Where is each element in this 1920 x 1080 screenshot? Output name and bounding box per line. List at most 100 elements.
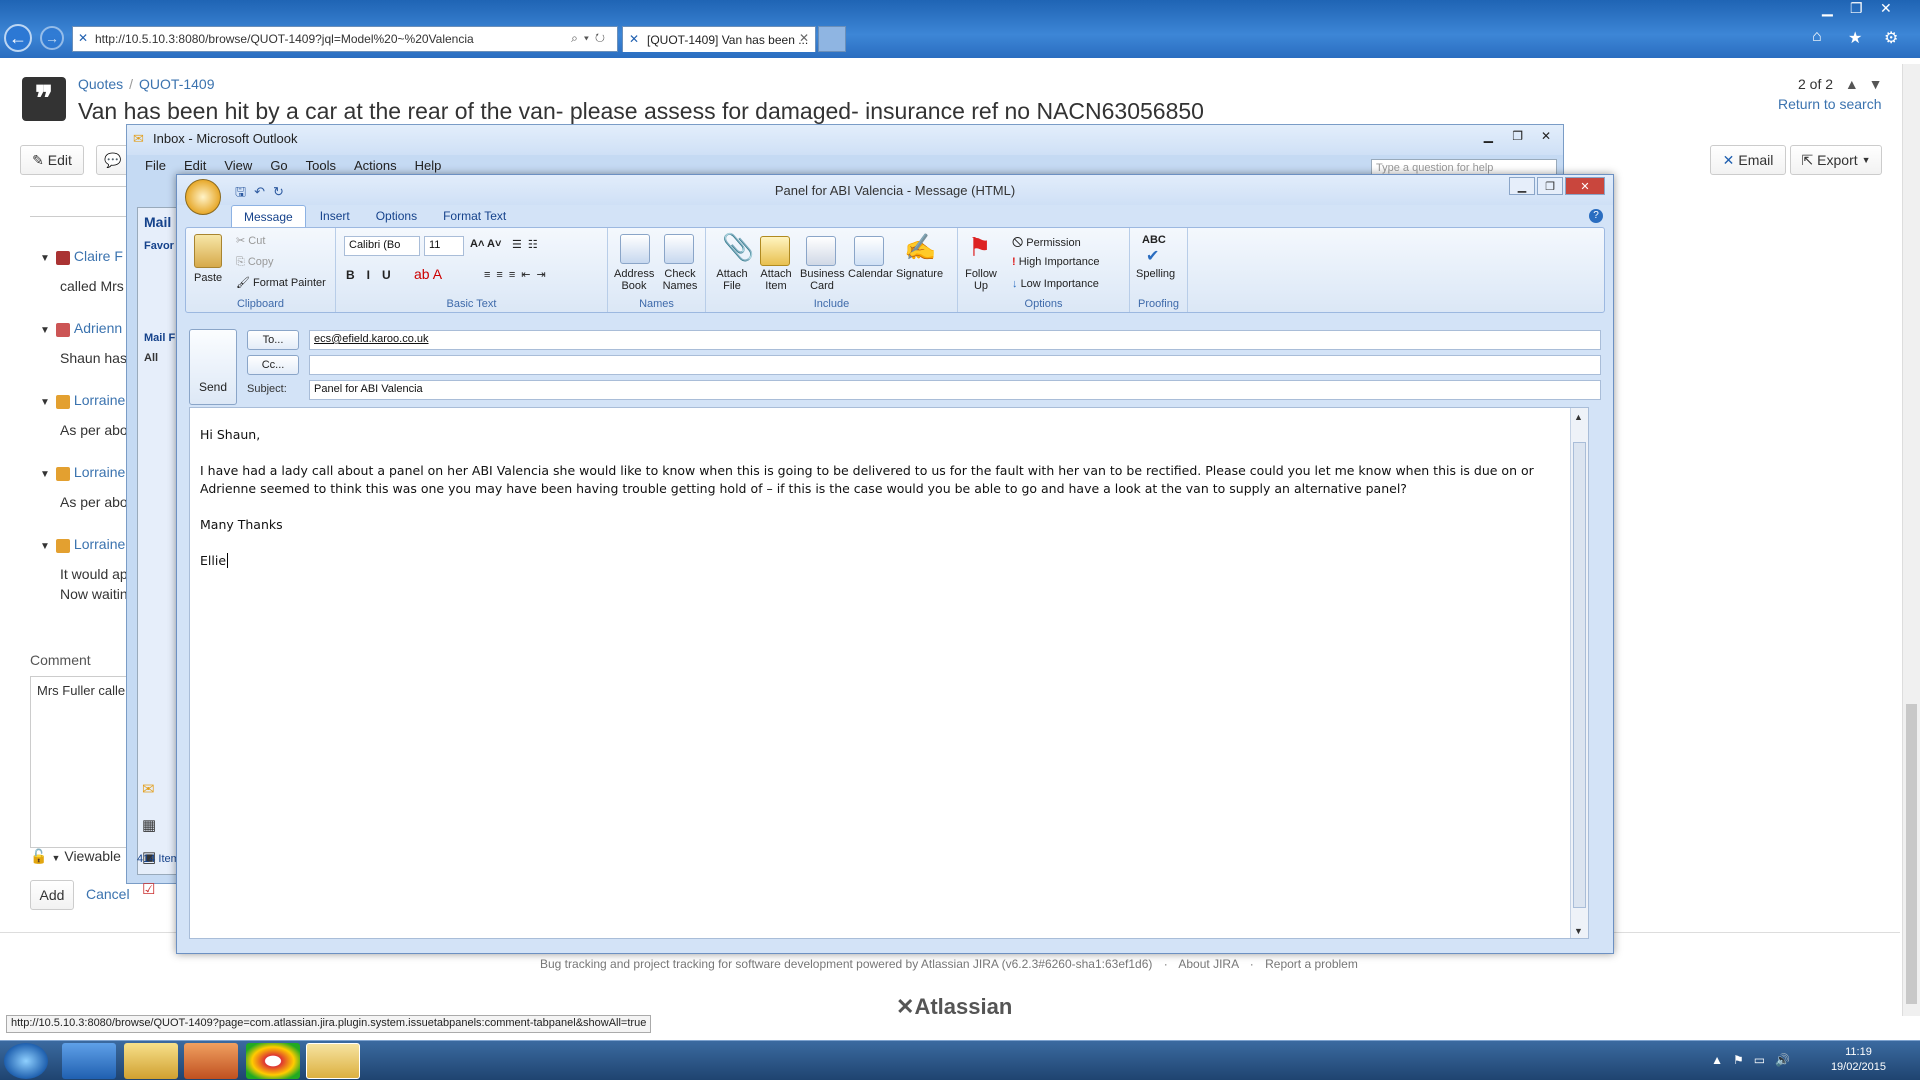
menu-view[interactable]: View bbox=[224, 158, 252, 173]
page-scrollbar[interactable] bbox=[1902, 64, 1920, 1016]
attach-file-button[interactable]: Attach File bbox=[712, 268, 752, 292]
menu-go[interactable]: Go bbox=[270, 158, 287, 173]
export-button[interactable]: ⇱ Export ▼ bbox=[1790, 145, 1882, 175]
spelling-button[interactable]: Spelling bbox=[1136, 268, 1175, 280]
pager-down-icon[interactable]: ▼ bbox=[1869, 76, 1883, 92]
collapse-chevron-icon[interactable]: ▼ bbox=[40, 397, 50, 408]
font-name-select[interactable]: Calibri (Bo bbox=[344, 236, 420, 256]
email-button[interactable]: ✕ Email bbox=[1710, 145, 1786, 175]
follow-up-button[interactable]: Follow Up bbox=[964, 268, 998, 292]
collapse-chevron-icon[interactable]: ▼ bbox=[40, 469, 50, 480]
maximize-icon[interactable]: ❐ bbox=[1850, 0, 1863, 17]
scroll-down-icon[interactable]: ▼ bbox=[1574, 926, 1583, 936]
collapse-chevron-icon[interactable]: ▼ bbox=[40, 325, 50, 336]
visibility-selector[interactable]: 🔓 ▼ Viewable bbox=[30, 848, 121, 865]
tab-options[interactable]: Options bbox=[364, 205, 429, 227]
comment-button[interactable]: 💬 bbox=[96, 145, 130, 175]
address-book-button[interactable]: Address Book bbox=[614, 268, 654, 292]
message-close-icon[interactable]: ✕ bbox=[1565, 177, 1605, 195]
attach-item-button[interactable]: Attach Item bbox=[756, 268, 796, 292]
check-names-button[interactable]: Check Names bbox=[660, 268, 700, 292]
to-button[interactable]: To... bbox=[247, 330, 299, 350]
message-minimize-icon[interactable]: ▁ bbox=[1509, 177, 1535, 195]
message-maximize-icon[interactable]: ❐ bbox=[1537, 177, 1563, 195]
comment-textarea[interactable]: Mrs Fuller calle bbox=[30, 676, 140, 848]
paperclip-icon[interactable]: 📎 bbox=[722, 232, 754, 263]
minimize-icon[interactable]: ▁ bbox=[1822, 0, 1833, 17]
comment-author[interactable]: Adrienn bbox=[74, 320, 122, 336]
forward-button[interactable]: → bbox=[40, 26, 64, 50]
media-player-icon[interactable] bbox=[184, 1043, 238, 1079]
footer-powered-by[interactable]: Bug tracking and project tracking for so… bbox=[540, 957, 1152, 971]
back-button[interactable]: ← bbox=[4, 24, 32, 52]
comment-author[interactable]: Lorraine bbox=[74, 536, 125, 552]
cc-button[interactable]: Cc... bbox=[247, 355, 299, 375]
format-painter-button[interactable]: 🖌 Format Painter bbox=[236, 276, 326, 289]
tab-format-text[interactable]: Format Text bbox=[431, 205, 518, 227]
settings-gear-icon[interactable]: ⚙ bbox=[1884, 28, 1898, 48]
list-buttons-icon[interactable]: ☰☷ bbox=[512, 238, 544, 251]
tab-message[interactable]: Message bbox=[231, 205, 306, 227]
pager-up-icon[interactable]: ▲ bbox=[1845, 76, 1859, 92]
message-body-editor[interactable]: Hi Shaun, I have had a lady call about a… bbox=[189, 407, 1589, 939]
menu-actions[interactable]: Actions bbox=[354, 158, 397, 173]
comment-author[interactable]: Lorraine bbox=[74, 464, 125, 480]
bold-italic-underline-icon[interactable]: BIU bbox=[346, 268, 403, 282]
menu-edit[interactable]: Edit bbox=[184, 158, 206, 173]
cancel-link[interactable]: Cancel bbox=[86, 886, 130, 902]
alignment-icon[interactable]: ≡≡≡⇤⇥ bbox=[484, 268, 552, 281]
calendar-icon[interactable] bbox=[854, 236, 884, 266]
send-button[interactable]: Send bbox=[189, 329, 237, 405]
chrome-icon[interactable] bbox=[246, 1043, 300, 1079]
copy-button[interactable]: ⎘ Copy bbox=[236, 256, 274, 269]
favorites-icon[interactable]: ★ bbox=[1848, 28, 1862, 48]
nav-all-items[interactable]: All bbox=[144, 352, 158, 364]
scroll-up-icon[interactable]: ▲ bbox=[1574, 412, 1583, 422]
add-comment-button[interactable]: Add bbox=[30, 880, 74, 910]
new-tab-button[interactable] bbox=[818, 26, 846, 52]
font-size-select[interactable]: 11 bbox=[424, 236, 464, 256]
flag-icon[interactable]: ⚑ bbox=[968, 232, 991, 263]
check-names-icon[interactable] bbox=[664, 234, 694, 264]
quick-access-toolbar[interactable]: 🖫↶↻ bbox=[235, 183, 292, 205]
footer-report-link[interactable]: Report a problem bbox=[1265, 957, 1358, 971]
font-color-icon[interactable]: ab A bbox=[414, 266, 442, 282]
permission-button[interactable]: 🛇 Permission bbox=[1012, 234, 1081, 253]
envelope-icon[interactable] bbox=[760, 236, 790, 266]
outlook-minimize-icon[interactable]: ▁ bbox=[1484, 129, 1493, 143]
help-icon[interactable]: ? bbox=[1589, 209, 1603, 223]
cut-button[interactable]: ✂ Cut bbox=[236, 234, 265, 247]
signature-pen-icon[interactable]: ✍ bbox=[904, 232, 936, 263]
address-bar[interactable]: ✕ http://10.5.10.3:8080/browse/QUOT-1409… bbox=[72, 26, 618, 52]
scrollbar-thumb[interactable] bbox=[1906, 704, 1917, 1004]
body-scrollbar[interactable]: ▲ ▼ bbox=[1570, 408, 1588, 938]
calendar-button[interactable]: Calendar bbox=[848, 268, 893, 280]
tab-close-icon[interactable]: ✕ bbox=[799, 31, 809, 45]
calendar-nav-icon[interactable]: ▦ bbox=[142, 816, 156, 834]
mail-nav-icon[interactable]: ✉ bbox=[142, 780, 155, 798]
outlook-maximize-icon[interactable]: ❐ bbox=[1512, 129, 1523, 143]
home-icon[interactable]: ⌂ bbox=[1812, 28, 1822, 46]
spelling-abc-icon[interactable]: ABC bbox=[1142, 234, 1166, 246]
cc-field[interactable] bbox=[309, 355, 1601, 375]
system-tray-icons[interactable]: ▲⚑▭🔊 bbox=[1711, 1053, 1800, 1067]
office-button[interactable] bbox=[185, 179, 221, 215]
low-importance-button[interactable]: ↓ Low Importance bbox=[1012, 278, 1099, 290]
paste-icon[interactable] bbox=[194, 234, 222, 268]
breadcrumb-issue[interactable]: QUOT-1409 bbox=[139, 76, 214, 92]
breadcrumb-project[interactable]: Quotes bbox=[78, 76, 123, 92]
tasks-nav-icon[interactable]: ☑ bbox=[142, 880, 155, 898]
menu-help[interactable]: Help bbox=[415, 158, 442, 173]
business-card-button[interactable]: Business Card bbox=[800, 268, 845, 292]
footer-about-link[interactable]: About JIRA bbox=[1178, 957, 1238, 971]
browser-tab[interactable]: ✕ [QUOT-1409] Van has been ... ✕ bbox=[622, 26, 816, 52]
close-icon[interactable]: ✕ bbox=[1880, 0, 1892, 17]
clock[interactable]: 11:19 19/02/2015 bbox=[1831, 1045, 1886, 1075]
outlook-taskbar-icon[interactable] bbox=[306, 1043, 360, 1079]
scrollbar-thumb[interactable] bbox=[1573, 442, 1586, 908]
tab-insert[interactable]: Insert bbox=[308, 205, 362, 227]
edit-button[interactable]: ✎ Edit bbox=[20, 145, 84, 175]
grow-font-icon[interactable]: A˄ A˅ bbox=[470, 238, 501, 250]
collapse-chevron-icon[interactable]: ▼ bbox=[40, 541, 50, 552]
business-card-icon[interactable] bbox=[806, 236, 836, 266]
